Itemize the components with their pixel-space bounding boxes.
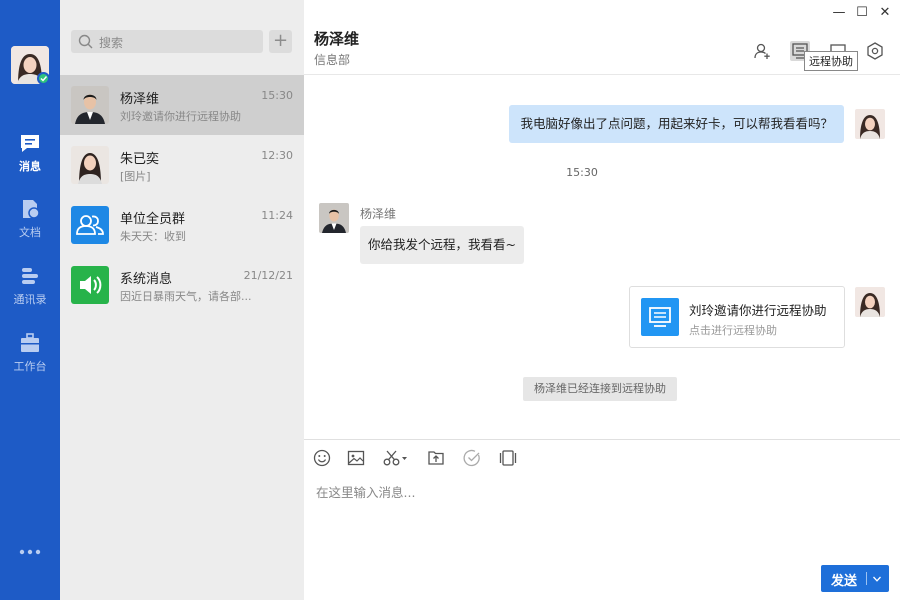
- conversation-time: 12:30: [261, 149, 293, 162]
- minimize-button[interactable]: —: [832, 6, 846, 20]
- outgoing-message: 我电脑好像出了点问题，用起来好卡，可以帮我看看吗？: [509, 105, 844, 143]
- conversation-time: 21/12/21: [243, 269, 293, 282]
- sender-name: 杨泽维: [360, 207, 397, 221]
- search-box[interactable]: 搜索: [71, 30, 263, 53]
- image-icon[interactable]: [346, 448, 366, 468]
- navigation-rail: 消息 文档 通讯录 工作台: [0, 0, 60, 600]
- conversation-preview: 朱天天：收到: [120, 230, 186, 243]
- chat-title: 杨泽维: [314, 30, 360, 48]
- search-placeholder: 搜索: [99, 36, 124, 50]
- input-divider: [304, 439, 900, 440]
- remote-assist-card[interactable]: 刘玲邀请你进行远程协助 点击进行远程协助: [629, 286, 845, 348]
- upload-file-icon[interactable]: [426, 448, 446, 468]
- nav-label: 文档: [19, 226, 41, 239]
- screen-record-icon[interactable]: [498, 448, 518, 468]
- online-status-icon: [37, 72, 50, 85]
- nav-item-messages[interactable]: 消息: [0, 132, 60, 184]
- window-controls: — ☐ ✕: [822, 6, 892, 22]
- maximize-button[interactable]: ☐: [855, 6, 869, 20]
- remote-assist-icon: [641, 298, 679, 336]
- settings-icon[interactable]: [865, 41, 885, 61]
- scissors-icon[interactable]: [382, 448, 410, 468]
- check-circle-icon[interactable]: [462, 448, 482, 468]
- nav-item-contacts[interactable]: 通讯录: [0, 265, 60, 317]
- nav-item-workbench[interactable]: 工作台: [0, 332, 60, 384]
- close-button[interactable]: ✕: [878, 6, 892, 20]
- conversation-time: 15:30: [261, 89, 293, 102]
- send-label: 发送: [831, 574, 858, 589]
- chat-bubble-icon: [21, 135, 39, 152]
- conversation-item[interactable]: 朱已奕 12:30 [图片]: [60, 135, 304, 195]
- conversation-name: 朱已奕: [120, 152, 160, 167]
- system-notice: 杨泽维已经连接到远程协助: [523, 377, 677, 401]
- conversation-item[interactable]: 杨泽维 15:30 刘玲邀请你进行远程协助: [60, 75, 304, 135]
- conversation-name: 单位全员群: [120, 212, 186, 227]
- message-timestamp: 15:30: [566, 166, 598, 179]
- remote-assist-tooltip: 远程协助: [804, 51, 858, 71]
- card-subtitle: 点击进行远程协助: [689, 324, 777, 337]
- contacts-icon: [22, 268, 38, 284]
- add-contact-icon[interactable]: [752, 41, 772, 61]
- conversation-list: 搜索 + 杨泽维 15:30 刘玲邀请你进行远程协助 朱已奕 12:30 [图片…: [60, 0, 304, 600]
- sender-avatar: [319, 203, 349, 233]
- add-button[interactable]: +: [269, 30, 292, 53]
- conversation-time: 11:24: [261, 209, 293, 222]
- document-icon: [23, 200, 40, 219]
- message-input[interactable]: [316, 482, 876, 552]
- header-divider: [304, 74, 900, 75]
- contact-avatar: [71, 146, 109, 184]
- chevron-down-icon[interactable]: [872, 574, 882, 584]
- chat-subtitle: 信息部: [314, 53, 351, 67]
- search-icon: [78, 34, 93, 49]
- send-button[interactable]: 发送: [821, 565, 889, 592]
- conversation-preview: [图片]: [120, 170, 151, 183]
- nav-item-documents[interactable]: 文档: [0, 198, 60, 250]
- nav-label: 消息: [19, 160, 41, 173]
- conversation-name: 系统消息: [120, 272, 173, 287]
- conversation-item[interactable]: 系统消息 21/12/21 因近日暴雨天气，请各部...: [60, 255, 304, 315]
- group-icon: [71, 206, 109, 244]
- conversation-preview: 因近日暴雨天气，请各部...: [120, 290, 252, 303]
- incoming-message: 你给我发个远程，我看看~: [360, 226, 524, 264]
- my-avatar: [855, 109, 885, 139]
- briefcase-icon: [21, 333, 39, 352]
- send-separator: [866, 572, 867, 585]
- speaker-icon: [71, 266, 109, 304]
- nav-label: 工作台: [13, 360, 47, 373]
- my-avatar: [855, 287, 885, 317]
- nav-label: 通讯录: [13, 293, 47, 306]
- emoji-icon[interactable]: [312, 448, 332, 468]
- more-dots-icon[interactable]: [19, 548, 41, 556]
- conversation-preview: 刘玲邀请你进行远程协助: [120, 110, 241, 123]
- contact-avatar: [71, 86, 109, 124]
- chat-panel: — ☐ ✕ 杨泽维 信息部 远程协助 我电脑好像出了点问题，用起来好卡，可以帮我…: [304, 0, 900, 600]
- card-title: 刘玲邀请你进行远程协助: [689, 303, 827, 318]
- conversation-name: 杨泽维: [120, 92, 160, 107]
- conversation-item[interactable]: 单位全员群 11:24 朱天天：收到: [60, 195, 304, 255]
